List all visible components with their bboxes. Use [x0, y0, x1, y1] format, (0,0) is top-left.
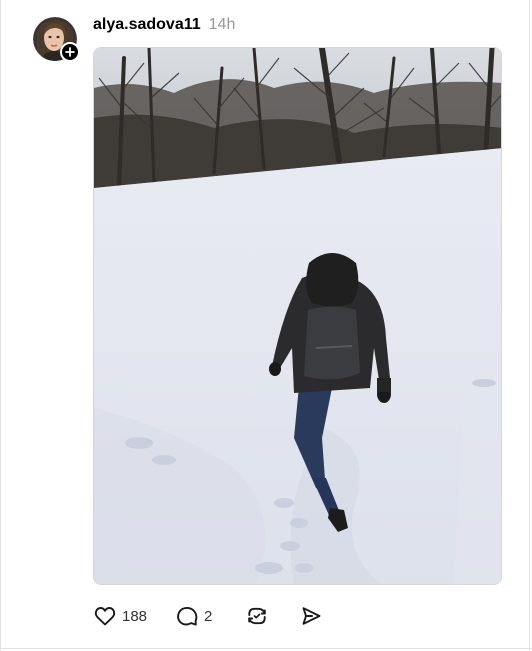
comment-count: 2 [204, 607, 213, 625]
repost-icon [248, 607, 267, 625]
like-count: 188 [122, 607, 148, 625]
post-timestamp[interactable]: 14h [209, 16, 236, 34]
comment-button[interactable]: 2 [175, 600, 212, 632]
plus-icon [65, 47, 75, 57]
frame-bottom-border [0, 648, 532, 649]
frame-left-border [0, 0, 1, 651]
frame-right-border [529, 0, 530, 651]
follow-button[interactable] [60, 42, 80, 62]
avatar[interactable] [33, 17, 80, 62]
repost-button[interactable] [245, 600, 269, 632]
heart-icon [94, 607, 116, 626]
post-photo[interactable] [93, 47, 502, 585]
snow-scene-image [94, 48, 501, 584]
post-header: alya.sadova11 14h [93, 13, 235, 37]
username-link[interactable]: alya.sadova11 [93, 16, 201, 34]
comment-icon [177, 606, 198, 626]
share-icon [302, 607, 321, 625]
share-button[interactable] [299, 600, 323, 632]
post-action-bar: 188 2 [93, 600, 323, 632]
like-button[interactable]: 188 [93, 600, 147, 632]
